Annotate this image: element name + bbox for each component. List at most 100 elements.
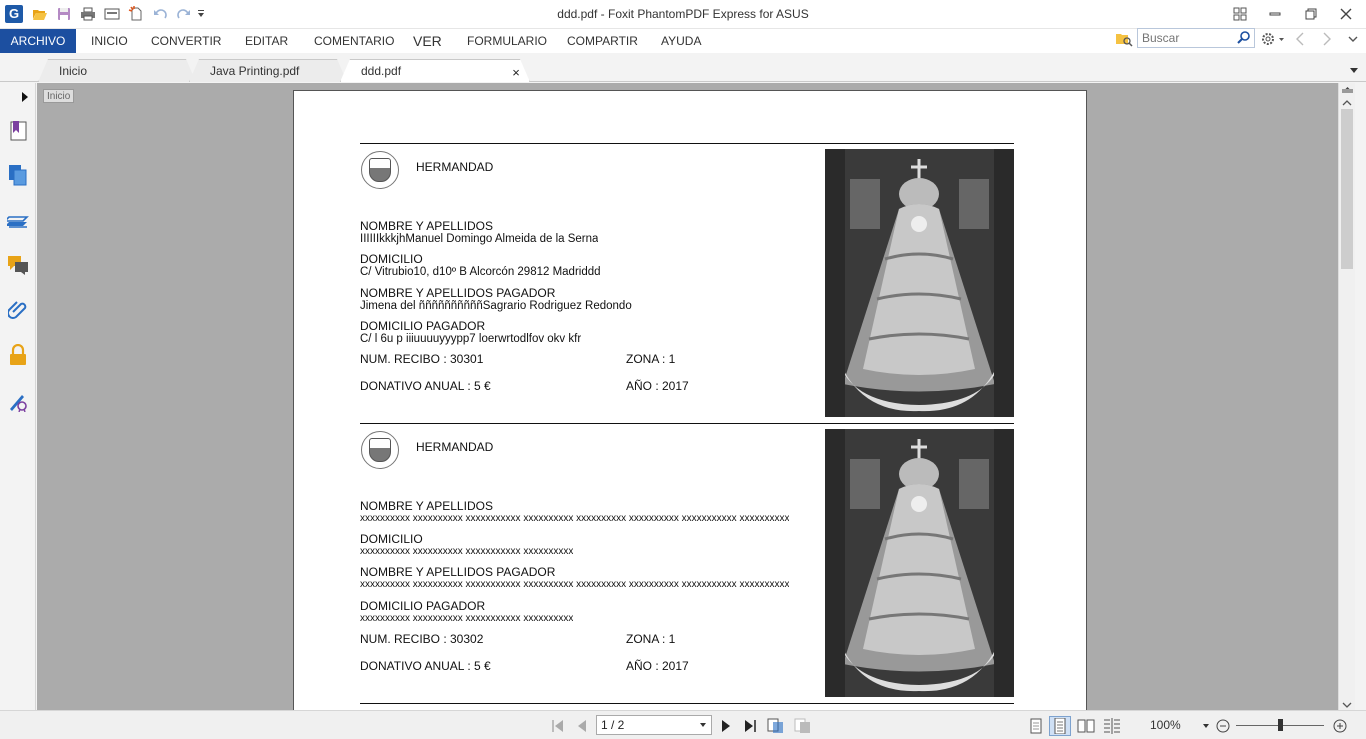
- facing-pages-icon[interactable]: [1076, 716, 1096, 736]
- attachments-icon[interactable]: [6, 297, 30, 321]
- new-document-icon[interactable]: [127, 5, 145, 23]
- field-label: NOMBRE Y APELLIDOS PAGADOR: [360, 286, 556, 300]
- tab-ddd[interactable]: ddd.pdf: [340, 59, 530, 82]
- continuous-page-icon[interactable]: [1049, 716, 1071, 736]
- menu-compartir[interactable]: COMPARTIR: [567, 29, 638, 53]
- close-tab-icon[interactable]: ×: [510, 66, 522, 79]
- search-icon[interactable]: [1237, 31, 1251, 48]
- customize-dropdown-icon[interactable]: [195, 5, 207, 23]
- zoom-dropdown-icon[interactable]: [1200, 716, 1212, 736]
- close-window-icon[interactable]: [1335, 4, 1357, 24]
- last-page-icon[interactable]: [741, 716, 759, 736]
- field-label: NOMBRE Y APELLIDOS: [360, 499, 493, 513]
- receipt-year: AÑO : 2017: [626, 659, 689, 673]
- search-input[interactable]: [1138, 29, 1234, 47]
- navigation-panel: [0, 83, 38, 710]
- collapse-ribbon-icon[interactable]: [1347, 33, 1359, 45]
- zoom-in-icon[interactable]: [1331, 716, 1349, 736]
- previous-page-icon[interactable]: [574, 716, 590, 736]
- receipt-donation: DONATIVO ANUAL : 5 €: [360, 379, 491, 393]
- menu-formulario[interactable]: FORMULARIO: [467, 29, 547, 53]
- menu-ayuda[interactable]: AYUDA: [661, 29, 701, 53]
- scrollbar-thumb[interactable]: [1341, 109, 1353, 269]
- single-page-icon[interactable]: [1027, 716, 1045, 736]
- receipt-number: NUM. RECIBO : 30301: [360, 352, 484, 366]
- status-bar: 1 / 2 100%: [0, 710, 1366, 739]
- chevron-down-icon: [699, 717, 707, 736]
- previous-view-icon[interactable]: [766, 716, 786, 736]
- document-view[interactable]: Inicio HERMANDAD NOMBRE Y APELLIDOS IIII…: [37, 83, 1338, 710]
- receipt: HERMANDAD NOMBRE Y APELLIDOS IIIIIIkkkjh…: [360, 143, 1014, 423]
- menu-convertir[interactable]: CONVERTIR: [151, 29, 221, 53]
- previous-result-icon[interactable]: [1295, 31, 1307, 47]
- field-value: IIIIIIkkkjhManuel Domingo Almeida de la …: [360, 233, 599, 245]
- save-icon[interactable]: [55, 5, 73, 23]
- expand-panel-icon[interactable]: [21, 91, 28, 105]
- pages-icon[interactable]: [6, 163, 30, 187]
- find-folder-icon[interactable]: [1115, 31, 1133, 47]
- brotherhood-seal-icon: [361, 151, 399, 189]
- menu-inicio[interactable]: INICIO: [91, 29, 128, 53]
- signatures-icon[interactable]: [6, 389, 30, 413]
- document-tabs: Inicio Java Printing.pdf ddd.pdf: [0, 57, 1366, 82]
- continuous-facing-icon[interactable]: [1102, 716, 1122, 736]
- layers-icon[interactable]: [6, 209, 30, 233]
- field-label: DOMICILIO: [360, 532, 423, 546]
- scan-icon[interactable]: [103, 5, 121, 23]
- restore-ribbon-icon[interactable]: [1229, 4, 1251, 24]
- field-label: NOMBRE Y APELLIDOS: [360, 219, 493, 233]
- tab-java-printing[interactable]: Java Printing.pdf: [189, 59, 347, 82]
- next-result-icon[interactable]: [1322, 31, 1334, 47]
- virgin-image: [825, 149, 1014, 417]
- field-value: xxxxxxxxxx xxxxxxxxxx xxxxxxxxxxx xxxxxx…: [360, 613, 574, 624]
- title-bar: G ddd.pdf - Foxit PhantomPDF Express for…: [0, 0, 1366, 29]
- next-view-icon[interactable]: [793, 716, 813, 736]
- tab-list-dropdown-icon[interactable]: [1349, 63, 1359, 73]
- pdf-page: HERMANDAD NOMBRE Y APELLIDOS IIIIIIkkkjh…: [293, 90, 1087, 710]
- field-value: xxxxxxxxxx xxxxxxxxxx xxxxxxxxxxx xxxxxx…: [360, 546, 574, 557]
- receipt-zone: ZONA : 1: [626, 632, 676, 646]
- menu-editar[interactable]: EDITAR: [245, 29, 288, 53]
- print-icon[interactable]: [79, 5, 97, 23]
- tab-inicio[interactable]: Inicio: [38, 59, 196, 82]
- first-page-icon[interactable]: [550, 716, 566, 736]
- search-box[interactable]: [1137, 28, 1255, 48]
- settings-gear-icon[interactable]: [1261, 31, 1287, 47]
- field-value: xxxxxxxxxx xxxxxxxxxx xxxxxxxxxxx xxxxxx…: [360, 579, 790, 590]
- divider: [360, 703, 1014, 704]
- bookmarks-icon[interactable]: [6, 119, 30, 143]
- brotherhood-seal-icon: [361, 431, 399, 469]
- restore-window-icon[interactable]: [1300, 4, 1322, 24]
- app-logo-icon[interactable]: G: [5, 5, 23, 23]
- open-folder-icon[interactable]: [31, 5, 49, 23]
- page-indicator: 1 / 2: [601, 718, 625, 732]
- receipt-title: HERMANDAD: [416, 160, 494, 174]
- field-label: DOMICILIO: [360, 252, 423, 266]
- zoom-out-icon[interactable]: [1214, 716, 1232, 736]
- security-icon[interactable]: [6, 343, 30, 367]
- field-label: DOMICILIO PAGADOR: [360, 599, 486, 613]
- field-value: C/ Vitrubio10, d10º B Alcorcón 29812 Mad…: [360, 266, 601, 278]
- receipt-year: AÑO : 2017: [626, 379, 689, 393]
- tooltip: Inicio: [43, 89, 75, 103]
- zoom-slider-thumb[interactable]: [1278, 719, 1283, 731]
- field-value: xxxxxxxxxx xxxxxxxxxx xxxxxxxxxxx xxxxxx…: [360, 513, 790, 524]
- page-number-select[interactable]: 1 / 2: [596, 715, 712, 735]
- comments-icon[interactable]: [6, 253, 30, 277]
- menu-ver[interactable]: VER: [413, 29, 442, 53]
- minimize-icon[interactable]: [1264, 4, 1286, 24]
- redo-icon[interactable]: [175, 5, 193, 23]
- menu-archivo[interactable]: ARCHIVO: [0, 29, 76, 53]
- next-page-icon[interactable]: [718, 716, 734, 736]
- divider: [360, 143, 1014, 144]
- scroll-up-icon[interactable]: [1342, 96, 1352, 110]
- virgin-image: [825, 429, 1014, 697]
- field-value: C/ l 6u p iiiuuuuyyypp7 loerwrtodlfov ok…: [360, 333, 582, 345]
- zoom-level[interactable]: 100%: [1150, 718, 1181, 732]
- receipt-title: HERMANDAD: [416, 440, 494, 454]
- menu-comentario[interactable]: COMENTARIO: [314, 29, 394, 53]
- vertical-scrollbar[interactable]: [1338, 83, 1355, 710]
- undo-icon[interactable]: [151, 5, 169, 23]
- receipt-zone: ZONA : 1: [626, 352, 676, 366]
- receipt: HERMANDAD NOMBRE Y APELLIDOS xxxxxxxxxx …: [360, 423, 1014, 703]
